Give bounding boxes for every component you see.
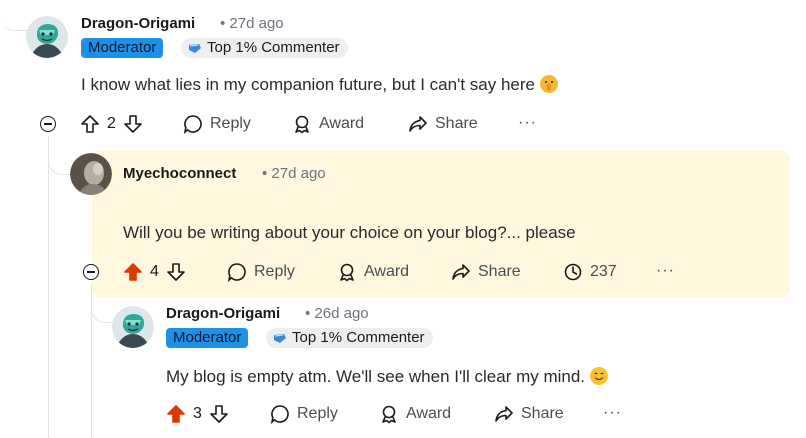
downvote-icon[interactable] [166,262,186,282]
share-button[interactable]: Share [451,262,521,282]
comment-text: I know what lies in my companion future,… [81,75,535,94]
more-options-button[interactable]: ··· [518,114,537,132]
username[interactable]: Dragon-Origami [81,15,195,32]
commenter-badge-icon [274,334,286,343]
comment-body: I know what lies in my companion future,… [81,75,558,95]
award-button[interactable]: Award [337,262,409,282]
timestamp-text: 27d ago [229,15,284,32]
views-indicator[interactable]: 237 [563,262,617,282]
downvote-icon[interactable] [209,404,229,424]
vote-count: 4 [150,263,159,280]
share-button[interactable]: Share [494,404,564,424]
username[interactable]: Myechoconnect [123,165,236,182]
share-icon [495,406,513,422]
downvote-icon[interactable] [123,114,143,134]
views-count: 237 [590,263,617,280]
upvote-icon[interactable] [166,404,186,424]
comment-body: My blog is empty atm. We'll see when I'l… [166,367,608,387]
award-label: Award [406,405,452,422]
timestamp: • 27d ago [220,15,284,32]
smiling-face-emoji [589,367,608,385]
avatar[interactable] [112,306,154,348]
thread-line [48,136,49,438]
award-label: Award [364,263,410,280]
vote-control: 3 [166,404,229,424]
timestamp: • 26d ago [305,305,369,322]
reply-label: Reply [297,405,338,422]
upvote-icon[interactable] [80,114,100,134]
share-label: Share [521,405,564,422]
award-icon [295,115,309,134]
vote-control: 4 [123,262,186,282]
share-icon [452,264,470,280]
avatar[interactable] [26,16,68,58]
top-commenter-badge: Top 1% Commenter [181,38,348,58]
reply-button[interactable]: Reply [183,114,251,134]
moderator-badge: Moderator [166,328,249,348]
comment-body: Will you be writing about your choice on… [123,223,576,242]
avatar[interactable] [70,153,112,195]
thread-line [0,0,28,31]
timestamp-text: 26d ago [314,305,369,322]
award-button[interactable]: Award [292,114,364,134]
more-options-button[interactable]: ··· [603,404,622,422]
reply-label: Reply [254,263,295,280]
reply-label: Reply [210,115,251,132]
reply-button[interactable]: Reply [270,404,338,424]
award-icon [382,405,396,424]
comment-text: My blog is empty atm. We'll see when I'l… [166,367,586,386]
moderator-badge: Moderator [81,38,164,58]
clock-icon [564,263,582,281]
username[interactable]: Dragon-Origami [166,305,280,322]
collapse-thread-button[interactable] [40,116,56,132]
shushing-face-emoji [539,75,558,93]
upvote-icon[interactable] [123,262,143,282]
reply-button[interactable]: Reply [227,262,295,282]
top-commenter-badge: Top 1% Commenter [266,328,433,348]
comment-bubble-icon [270,405,289,424]
top-commenter-label: Top 1% Commenter [292,329,425,346]
award-icon [340,263,354,282]
comment-bubble-icon [183,115,202,134]
vote-control: 2 [80,114,143,134]
award-label: Award [319,115,365,132]
top-commenter-label: Top 1% Commenter [207,39,340,56]
share-label: Share [435,115,478,132]
comment-bubble-icon [227,263,246,282]
vote-count: 3 [193,405,202,422]
timestamp-text: 27d ago [271,165,326,182]
vote-count: 2 [107,115,116,132]
share-label: Share [478,263,521,280]
collapse-thread-button[interactable] [83,264,99,280]
share-icon [409,116,427,132]
timestamp: • 27d ago [262,165,326,182]
commenter-badge-icon [189,44,201,53]
share-button[interactable]: Share [408,114,478,134]
award-button[interactable]: Award [379,404,451,424]
thread-connector [48,140,71,175]
more-options-button[interactable]: ··· [656,262,675,280]
